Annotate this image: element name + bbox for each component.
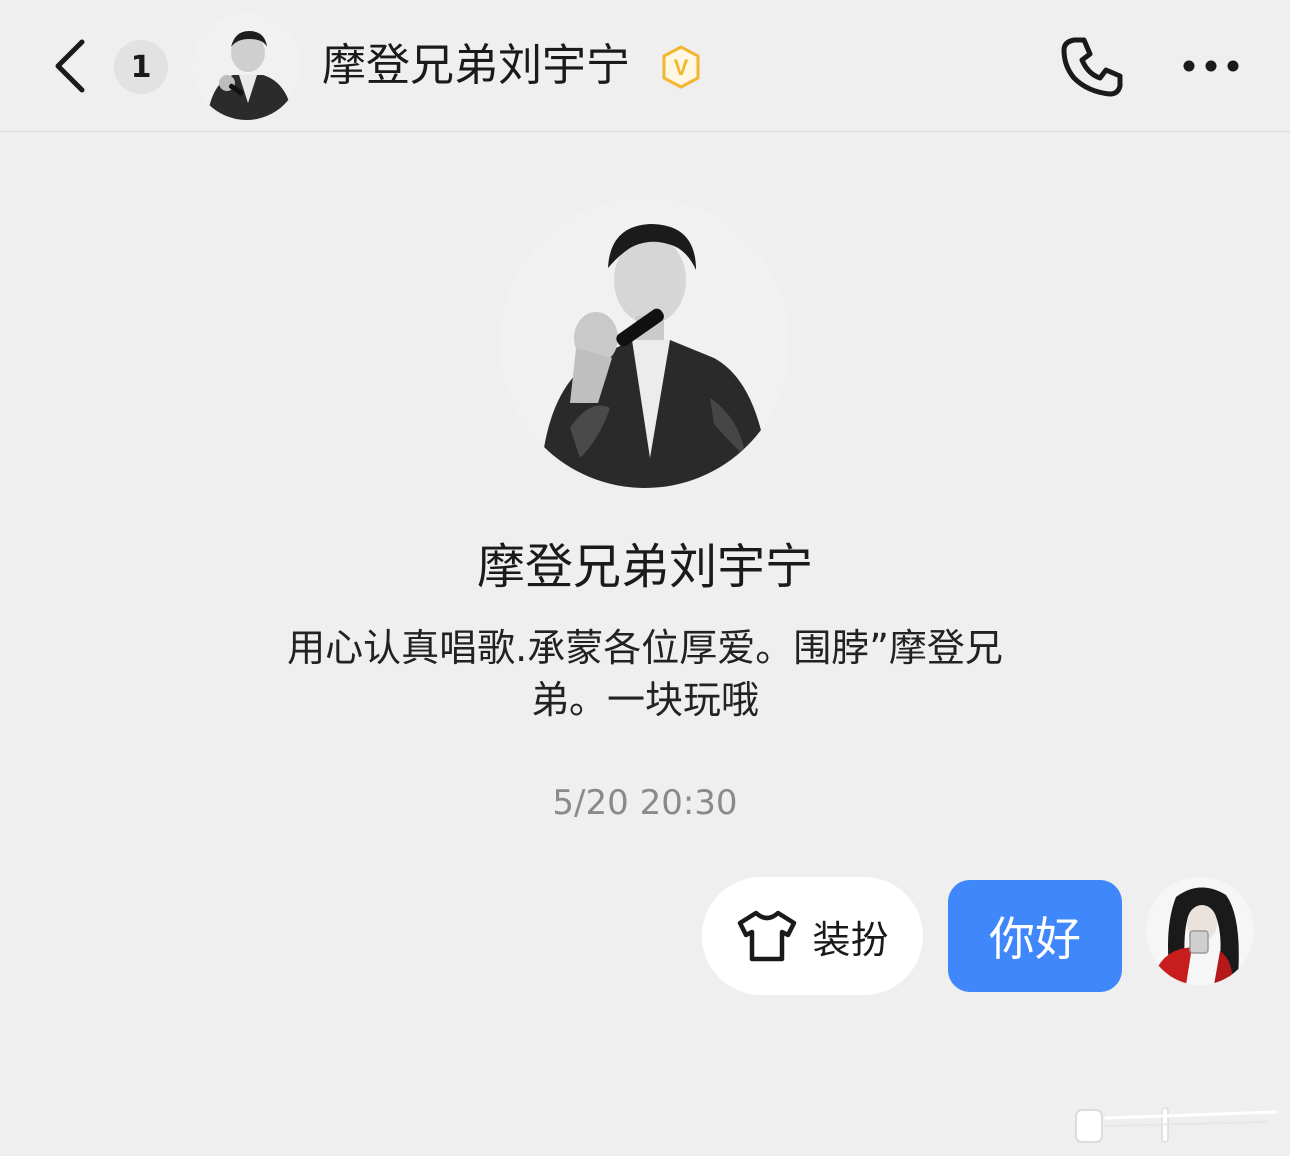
contact-title: 摩登兄弟刘宇宁: [322, 40, 630, 91]
tshirt-icon: [738, 910, 797, 962]
message-timestamp: 5/20 20:30: [552, 783, 738, 823]
chat-header: 1 摩登兄弟刘宇宁 V: [0, 0, 1290, 132]
back-button[interactable]: [44, 34, 94, 98]
my-avatar[interactable]: [1146, 877, 1254, 985]
contact-avatar[interactable]: [193, 13, 300, 120]
profile-avatar-image: [500, 198, 790, 488]
unread-count-badge[interactable]: 1: [114, 40, 168, 94]
chevron-left-icon: [55, 39, 85, 93]
more-horizontal-icon: [1183, 60, 1239, 72]
profile-name: 摩登兄弟刘宇宁: [476, 539, 813, 595]
outgoing-message-bubble[interactable]: 你好: [948, 880, 1122, 992]
verified-badge: V: [658, 44, 704, 90]
verified-v-icon: V: [662, 45, 700, 89]
dressup-label: 装扮: [812, 917, 889, 962]
verified-letter: V: [674, 55, 689, 80]
dressup-button[interactable]: 装扮: [702, 877, 923, 995]
contact-avatar-image: [193, 13, 300, 120]
watermark-graphic: [1066, 1104, 1282, 1146]
call-button[interactable]: [1058, 34, 1126, 100]
profile-avatar[interactable]: [500, 198, 790, 488]
more-options-button[interactable]: [1176, 46, 1246, 86]
phone-icon: [1061, 37, 1123, 97]
message-text: 你好: [989, 912, 1081, 966]
unread-count: 1: [130, 49, 152, 85]
my-avatar-image: [1146, 877, 1254, 985]
profile-bio: 用心认真唱歌.承蒙各位厚爱。围脖”摩登兄弟。一块玩哦: [287, 626, 1003, 722]
